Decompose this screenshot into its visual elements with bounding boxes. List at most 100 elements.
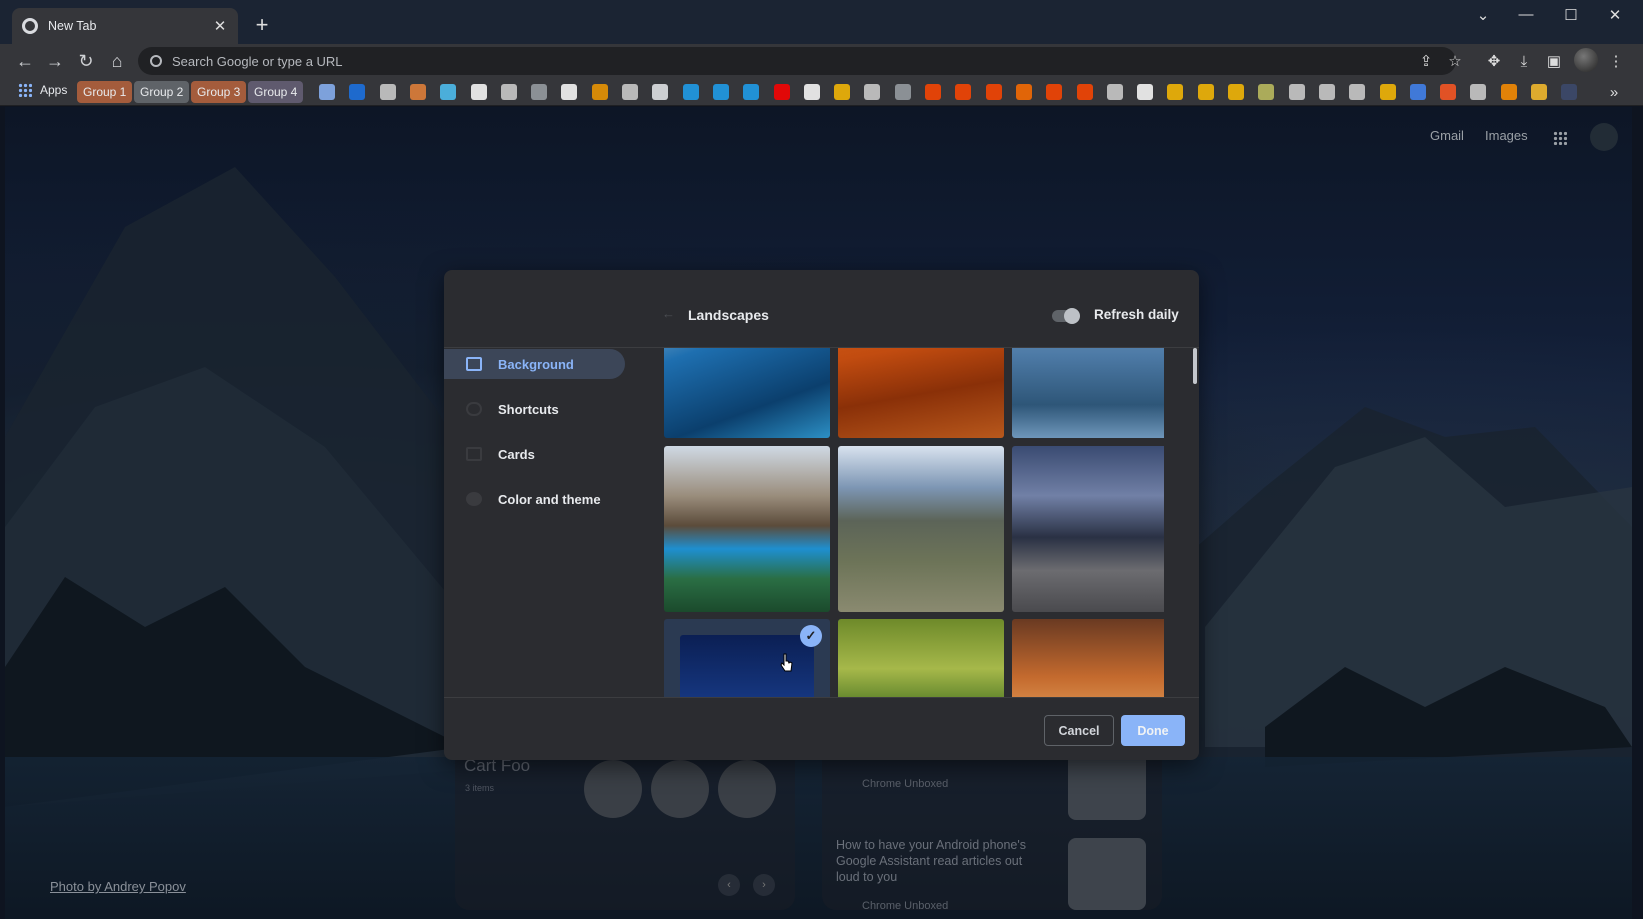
reload-icon[interactable]: ↻ bbox=[73, 48, 99, 74]
star-icon[interactable]: ☆ bbox=[1444, 50, 1466, 72]
share-icon[interactable]: ⇪ bbox=[1415, 50, 1437, 72]
bookmark-favicon-icon[interactable] bbox=[1470, 84, 1487, 100]
bookmark-favicon-icon[interactable] bbox=[743, 84, 760, 100]
bookmark-favicon-icon[interactable] bbox=[1318, 84, 1335, 100]
cart-item-thumb[interactable] bbox=[584, 760, 642, 818]
background-tile-selected[interactable]: ✓ bbox=[664, 619, 830, 697]
apps-shortcut[interactable]: Apps bbox=[18, 83, 67, 97]
bookmark-favicon-icon[interactable] bbox=[1137, 84, 1154, 100]
bookmark-favicon-icon[interactable] bbox=[1288, 84, 1305, 100]
bookmark-favicon-icon[interactable] bbox=[803, 84, 820, 100]
back-arrow-icon[interactable]: ← bbox=[662, 306, 675, 321]
bookmarks-overflow-icon[interactable]: » bbox=[1603, 81, 1625, 103]
bookmark-favicon-icon[interactable] bbox=[1440, 84, 1457, 100]
bookmark-favicon-icon[interactable] bbox=[834, 84, 851, 100]
download-icon[interactable]: ⤓ bbox=[1513, 50, 1535, 72]
bookmark-favicon-icon[interactable] bbox=[1076, 84, 1093, 100]
cart-item-thumb[interactable] bbox=[718, 760, 776, 818]
bookmark-favicon-icon[interactable] bbox=[470, 84, 487, 100]
tab-new-tab[interactable]: New Tab ✕ bbox=[12, 8, 238, 44]
tab-group-3[interactable]: Group 3 bbox=[191, 81, 247, 103]
background-tile[interactable] bbox=[1012, 619, 1164, 697]
bookmark-favicon-icon[interactable] bbox=[1015, 84, 1032, 100]
bookmark-favicon-icon[interactable] bbox=[894, 84, 911, 100]
news-headline-line[interactable]: Google Assistant read articles out bbox=[836, 854, 1022, 868]
forward-icon[interactable]: → bbox=[42, 48, 68, 74]
next-page-button[interactable]: › bbox=[753, 874, 775, 896]
bookmark-favicon-icon[interactable] bbox=[379, 84, 396, 100]
sidebar-item-background[interactable]: Background bbox=[444, 349, 625, 379]
omnibox[interactable]: Search Google or type a URL bbox=[138, 47, 1456, 75]
bookmark-favicon-icon[interactable] bbox=[409, 84, 426, 100]
bookmark-favicon-icon[interactable] bbox=[985, 84, 1002, 100]
sidebar-item-color-and-theme[interactable]: Color and theme bbox=[444, 484, 625, 514]
back-icon[interactable]: ← bbox=[12, 48, 38, 74]
news-headline-line[interactable]: How to have your Android phone's bbox=[836, 838, 1026, 852]
bookmark-favicon-icon[interactable] bbox=[531, 84, 548, 100]
side-panel-icon[interactable]: ▣ bbox=[1543, 50, 1565, 72]
gmail-link[interactable]: Gmail bbox=[1430, 128, 1464, 143]
home-icon[interactable]: ⌂ bbox=[104, 48, 130, 74]
account-avatar[interactable] bbox=[1590, 123, 1618, 151]
bookmark-favicon-icon[interactable] bbox=[1349, 84, 1366, 100]
bookmark-favicon-icon[interactable] bbox=[773, 84, 790, 100]
background-tile[interactable] bbox=[1012, 446, 1164, 612]
tab-search-icon[interactable]: ⌄ bbox=[1468, 6, 1498, 30]
photo-credit-link[interactable]: Photo by Andrey Popov bbox=[50, 879, 186, 894]
close-window-button[interactable]: ✕ bbox=[1600, 6, 1630, 30]
extensions-icon[interactable]: ✥ bbox=[1483, 50, 1505, 72]
bookmark-favicon-icon[interactable] bbox=[440, 84, 457, 100]
tab-group-2[interactable]: Group 2 bbox=[134, 81, 190, 103]
prev-page-button[interactable]: ‹ bbox=[718, 874, 740, 896]
bookmark-favicon-icon[interactable] bbox=[1500, 84, 1517, 100]
background-tile[interactable] bbox=[664, 446, 830, 612]
bookmark-favicon-icon[interactable] bbox=[955, 84, 972, 100]
sidebar-item-cards[interactable]: Cards bbox=[444, 439, 625, 469]
tab-group-4[interactable]: Group 4 bbox=[248, 81, 304, 103]
bookmark-favicon-icon[interactable] bbox=[349, 84, 366, 100]
bookmark-favicon-icon[interactable] bbox=[500, 84, 517, 100]
profile-avatar[interactable] bbox=[1574, 48, 1598, 72]
bookmark-favicon-icon[interactable] bbox=[1046, 84, 1063, 100]
bookmark-favicon-icon[interactable] bbox=[925, 84, 941, 100]
bookmark-favicon-icon[interactable] bbox=[1197, 84, 1214, 100]
gallery-scrollbar[interactable] bbox=[1193, 348, 1197, 384]
menu-icon[interactable]: ⋮ bbox=[1605, 50, 1627, 72]
bookmark-favicon-icon[interactable] bbox=[1167, 84, 1184, 100]
background-tile[interactable] bbox=[664, 348, 830, 438]
bookmark-favicon-icon[interactable] bbox=[1409, 84, 1426, 100]
sidebar-item-shortcuts[interactable]: Shortcuts bbox=[444, 394, 625, 424]
check-icon: ✓ bbox=[800, 625, 822, 647]
news-headline-line[interactable]: loud to you bbox=[836, 870, 897, 884]
images-link[interactable]: Images bbox=[1485, 128, 1528, 143]
bookmark-favicon-icon[interactable] bbox=[1228, 84, 1244, 100]
background-tile[interactable] bbox=[838, 446, 1004, 612]
tab-group-1[interactable]: Group 1 bbox=[77, 81, 133, 103]
background-tile[interactable] bbox=[1012, 348, 1164, 438]
minimize-button[interactable]: — bbox=[1511, 6, 1541, 30]
bookmark-favicon-icon[interactable] bbox=[561, 84, 578, 100]
refresh-daily-toggle[interactable] bbox=[1052, 308, 1080, 324]
maximize-button[interactable]: ☐ bbox=[1556, 6, 1586, 30]
bookmark-favicon-icon[interactable] bbox=[1379, 84, 1396, 100]
bookmark-favicon-icon[interactable] bbox=[712, 84, 729, 100]
bookmark-favicon-icon[interactable] bbox=[864, 84, 881, 100]
bookmark-favicon-icon[interactable] bbox=[1531, 84, 1547, 100]
bookmark-favicon-icon[interactable] bbox=[1106, 84, 1123, 100]
bookmark-favicon-icon[interactable] bbox=[1561, 84, 1578, 100]
news-thumbnail[interactable] bbox=[1068, 838, 1146, 910]
cart-item-thumb[interactable] bbox=[651, 760, 709, 818]
bookmark-favicon-icon[interactable] bbox=[622, 84, 638, 100]
google-apps-icon[interactable] bbox=[1553, 131, 1567, 145]
bookmark-favicon-icon[interactable] bbox=[591, 84, 608, 100]
bookmark-favicon-icon[interactable] bbox=[319, 84, 335, 100]
background-tile[interactable] bbox=[838, 619, 1004, 697]
cancel-button[interactable]: Cancel bbox=[1044, 715, 1114, 746]
new-tab-button[interactable]: + bbox=[250, 12, 274, 38]
bookmark-favicon-icon[interactable] bbox=[652, 84, 669, 100]
tab-close-icon[interactable]: ✕ bbox=[212, 17, 228, 35]
bookmark-favicon-icon[interactable] bbox=[1258, 84, 1275, 100]
background-tile[interactable] bbox=[838, 348, 1004, 438]
done-button[interactable]: Done bbox=[1121, 715, 1185, 746]
bookmark-favicon-icon[interactable] bbox=[682, 84, 699, 100]
